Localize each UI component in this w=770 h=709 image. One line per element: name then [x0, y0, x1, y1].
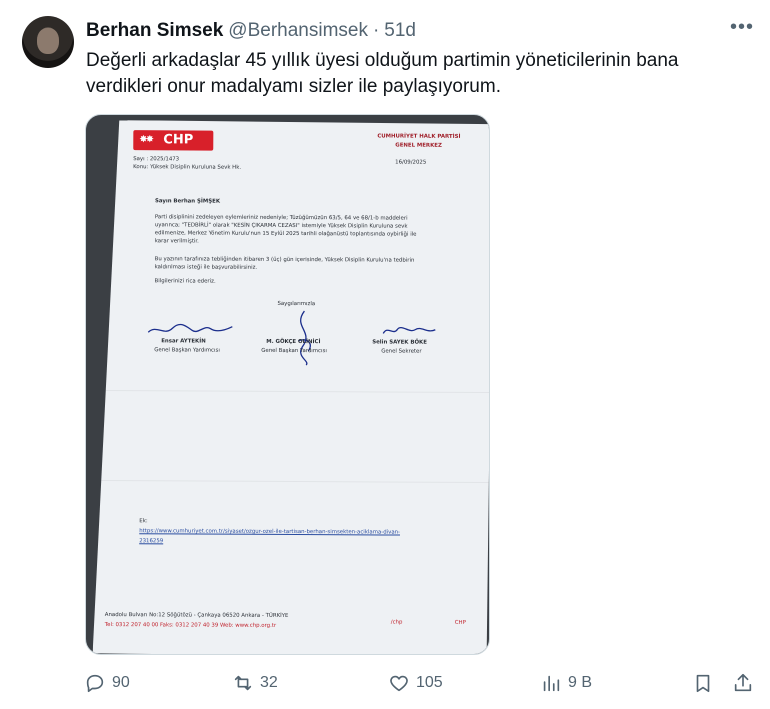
- paper-fold: [94, 390, 490, 393]
- footer-address: Anadolu Bulvarı No:12 Söğütözü - Çankaya…: [104, 612, 289, 619]
- share-icon: [734, 673, 752, 692]
- reply-count: 90: [112, 674, 130, 691]
- more-icon[interactable]: •••: [728, 17, 756, 44]
- tweet-header: Berhan Simsek @Berhansimsek · 51d: [86, 20, 416, 42]
- signatory-title: Genel Sekreter: [381, 348, 422, 355]
- signatory-name: M. GÖKÇE OLİNİCİ: [266, 338, 321, 346]
- share-button[interactable]: [732, 672, 754, 694]
- repost-count: 32: [260, 674, 278, 691]
- reply-icon: [86, 674, 104, 693]
- views-icon: [543, 675, 560, 692]
- author-handle[interactable]: @Berhansimsek: [228, 20, 368, 42]
- attachment-label: Ek:: [139, 518, 148, 525]
- footer-chp: CHP: [454, 619, 466, 626]
- repost-button[interactable]: 32: [232, 672, 278, 694]
- doc-number: Sayı : 2025/1473: [133, 156, 180, 163]
- doc-subject: Konu: Yüksek Disiplin Kuruluna Sevk Hk.: [133, 164, 242, 171]
- tweet-text: Değerli arkadaşlar 45 yıllık üyesi olduğ…: [86, 50, 679, 97]
- signatory-name: Ensar AYTEKİN: [161, 338, 206, 345]
- reply-button[interactable]: 90: [84, 672, 130, 694]
- paper-fold: [94, 480, 490, 483]
- signature-ensar: [146, 316, 236, 340]
- media-photo[interactable]: CHP CUMHURİYET HALK PARTİSİ GENEL MERKEZ…: [85, 114, 490, 655]
- like-icon: [390, 675, 408, 692]
- views-button[interactable]: 9 B: [540, 672, 592, 694]
- tweet: Berhan Simsek @Berhansimsek · 51d ••• De…: [0, 0, 770, 709]
- org-name: CUMHURİYET HALK PARTİSİ: [377, 133, 461, 140]
- doc-date: 16/09/2025: [395, 159, 427, 166]
- document-paper: CHP CUMHURİYET HALK PARTİSİ GENEL MERKEZ…: [93, 120, 490, 655]
- signatory-name: Selin SAYEK BÖKE: [372, 339, 427, 346]
- org-unit: GENEL MERKEZ: [395, 142, 442, 149]
- repost-icon: [234, 675, 252, 691]
- doc-paragraph-line: Bilgilerinizi rica ederiz.: [154, 278, 216, 285]
- doc-salutation: Sayın Berhan ŞİMŞEK: [154, 198, 221, 205]
- attachment-link: 2316259: [139, 538, 164, 545]
- attachment-link: https://www.cumhuriyet.com.tr/siyaset/oz…: [139, 528, 401, 536]
- footer-social: /chp: [390, 619, 403, 626]
- footer-contact: Tel: 0312 207 40 00 Faks: 0312 207 40 39…: [104, 622, 277, 629]
- doc-paragraph-line: kaldırılması isteği ile başvurabilirsini…: [154, 264, 258, 271]
- timestamp[interactable]: 51d: [384, 20, 416, 42]
- like-count: 105: [416, 674, 443, 691]
- views-count: 9 B: [568, 674, 593, 691]
- signatory-title: Genel Başkan Yardımcısı: [154, 347, 220, 354]
- bookmark-button[interactable]: [692, 672, 714, 694]
- separator: ·: [372, 20, 380, 41]
- like-button[interactable]: 105: [388, 672, 443, 694]
- author-name[interactable]: Berhan Simsek: [86, 20, 223, 42]
- avatar[interactable]: [22, 16, 74, 68]
- signature-selin: [379, 321, 439, 339]
- doc-paragraph-line: karar verilmiştir.: [154, 238, 199, 245]
- tweet-actions: 90 32 105 9 B: [84, 672, 764, 700]
- signatory-title: Genel Başkan Yardımcısı: [261, 347, 327, 355]
- bookmark-icon: [696, 674, 710, 693]
- signature-gokce: [284, 307, 324, 367]
- chp-logo: CHP: [133, 130, 213, 150]
